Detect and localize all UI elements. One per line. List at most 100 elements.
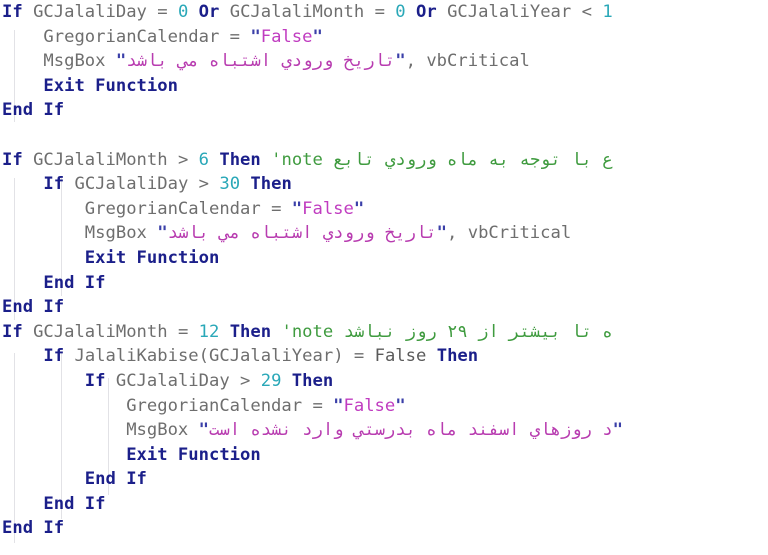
code-line[interactable]: GregorianCalendar = "False" [0,197,768,222]
code-line[interactable]: If GCJalaliMonth = 12 Then 'note ه تا بي… [0,320,768,345]
string-quote-token: " [250,26,261,47]
number-token: 29 [260,370,282,391]
code-line[interactable]: If JalaliKabise(GCJalaliYear) = False Th… [0,344,768,369]
keyword-token: End If [2,100,65,121]
code-line[interactable]: Exit Function [0,246,768,271]
string-token: False [260,26,313,47]
operator-token: ( [198,346,210,367]
operator-token: > [167,149,199,170]
string-token: False [343,395,396,416]
identifier-token: GCJalaliDay [115,370,230,391]
keyword-token: If [43,174,65,195]
code-line[interactable]: MsgBox "تاريخ ورودي اشتباه مي باشد", vbC… [0,49,768,74]
code-lines: If GCJalaliDay = 0 Or GCJalaliMonth = 0 … [0,0,768,541]
persian-string-token: تاريخ ورودي اشتباه مي باشد [126,51,396,72]
string-quote-token: " [312,26,323,47]
code-line[interactable]: End If [0,492,768,517]
persian-comment-token: ه تا بيشتر از ٢٩ روز نباشد [343,321,613,342]
number-token: 0 [177,2,189,22]
code-line[interactable]: If GCJalaliDay = 0 Or GCJalaliMonth = 0 … [0,0,768,25]
keyword-token: If [43,346,65,367]
identifier-token: GCJalaliMonth [33,321,168,342]
code-line[interactable]: Exit Function [0,74,768,99]
code-line[interactable]: GregorianCalendar = "False" [0,25,768,50]
string-quote-token: " [157,223,168,244]
comment-token: 'note [271,149,323,170]
number-token: 1 [602,2,613,22]
code-line[interactable]: If GCJalaliDay > 29 Then [0,369,768,394]
identifier-token: GCJalaliMonth [229,2,365,22]
code-line[interactable]: End If [0,98,768,123]
operator-token: = [302,395,334,416]
operator-token: = [260,198,292,219]
keyword-token: If [2,2,23,22]
keyword-token: End If [43,272,106,293]
identifier-token: JalaliKabise [74,346,199,367]
code-line[interactable]: End If [0,516,768,541]
operator-token: = [146,2,178,22]
persian-string-token: تاريخ ورودي اشتباه مي باشد [167,223,437,244]
string-quote-token: " [333,395,344,416]
number-token: 30 [219,174,241,195]
string-quote-token: " [198,420,209,441]
persian-comment-token: ع با توجه به ماه ورودي تابع [333,149,613,170]
code-line[interactable] [0,123,768,148]
keyword-token: If [2,149,23,170]
code-line[interactable]: Exit Function [0,443,768,468]
code-line[interactable]: End If [0,271,768,296]
keyword-token: Or [416,2,437,22]
code-line[interactable]: End If [0,467,768,492]
code-line[interactable]: MsgBox "تاريخ ورودي اشتباه مي باشد", vbC… [0,221,768,246]
identifier-token: MsgBox [126,420,189,441]
string-quote-token: " [395,51,406,72]
operator-token: = [167,321,199,342]
keyword-token: End If [2,518,65,539]
code-line[interactable]: MsgBox "د روزهاي اسفند ماه بدرستي وارد ن… [0,418,768,443]
keyword-token: End If [43,493,106,514]
identifier-token: GCJalaliDay [74,174,189,195]
operator-token: < [571,2,603,22]
string-quote-token: " [115,51,127,72]
identifier-token: GCJalaliYear [447,2,572,22]
identifier-token: MsgBox [84,223,147,244]
comment-token: 'note [281,321,334,342]
identifier-token: GCJalaliYear [209,346,334,367]
operator-token: , [405,51,427,72]
string-token: False [302,198,354,219]
operator-token: = [219,26,251,47]
text-token: False [374,346,427,367]
number-token: 12 [198,321,220,342]
keyword-token: If [84,370,106,391]
string-quote-token: " [436,223,448,244]
code-line[interactable]: If GCJalaliDay > 30 Then [0,172,768,197]
code-line[interactable]: GregorianCalendar = "False" [0,394,768,419]
code-line[interactable]: End If [0,295,768,320]
operator-token: > [229,370,261,391]
code-line[interactable]: If GCJalaliMonth > 6 Then 'note ع با توج… [0,148,768,173]
keyword-token: If [2,321,23,342]
identifier-token: GregorianCalendar [126,395,303,416]
identifier-token: GregorianCalendar [43,26,220,47]
operator-token: > [188,174,220,195]
keyword-token: Then [436,346,479,367]
